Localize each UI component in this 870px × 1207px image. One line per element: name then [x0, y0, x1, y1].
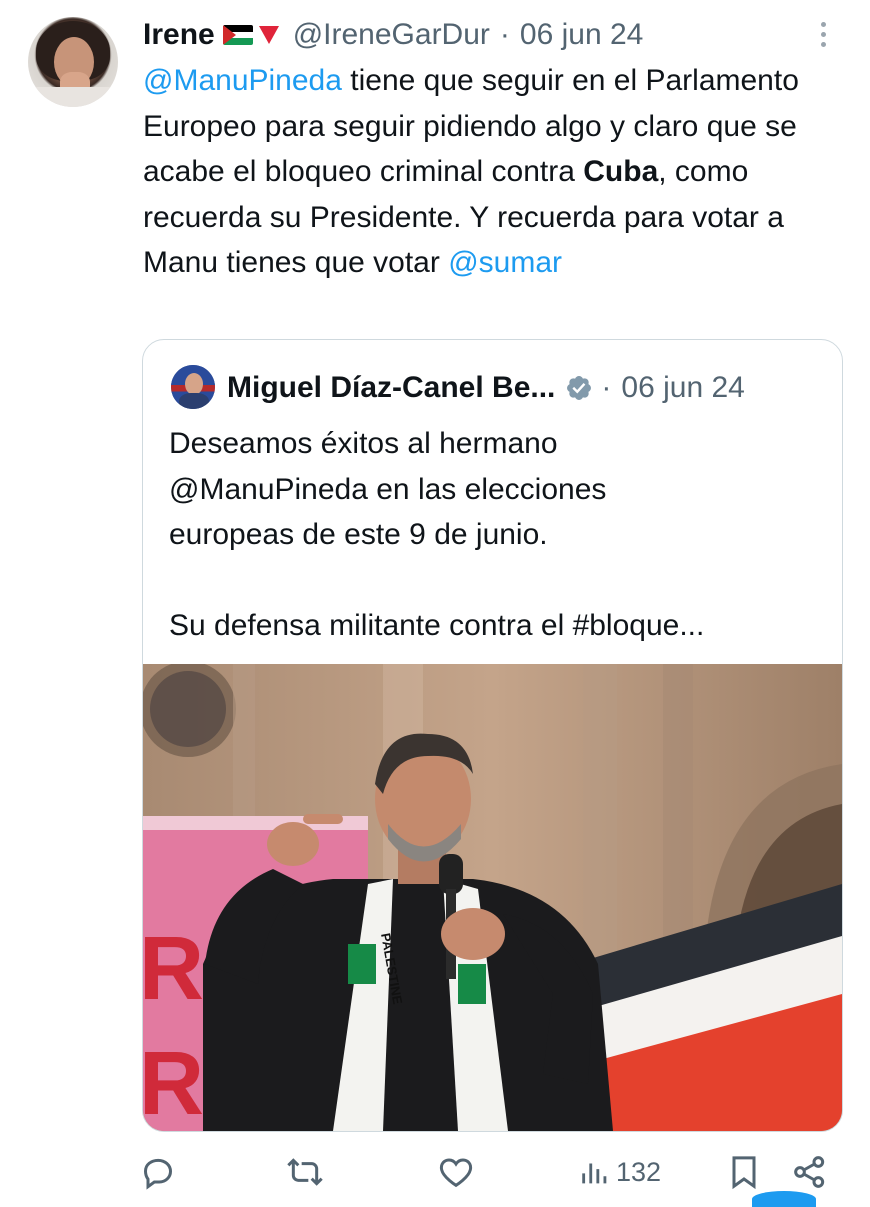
- views-button[interactable]: 132: [578, 1150, 661, 1194]
- share-icon: [794, 1156, 825, 1188]
- more-options-icon[interactable]: [816, 22, 830, 52]
- reply-button[interactable]: [138, 1150, 178, 1194]
- reply-icon: [143, 1158, 173, 1190]
- bookmark-button[interactable]: [724, 1150, 764, 1194]
- quoted-author-name[interactable]: Miguel Díaz-Canel Be...: [227, 371, 555, 405]
- quoted-tweet-header: Miguel Díaz-Canel Be... · 06 jun 24: [227, 366, 745, 410]
- rally-photo-illustration: RCH RO PALESTINE: [143, 664, 842, 1131]
- author-avatar[interactable]: [28, 17, 118, 107]
- quoted-tweet-photo[interactable]: RCH RO PALESTINE: [143, 664, 842, 1131]
- header-separator: ·: [499, 18, 510, 51]
- author-handle[interactable]: @IreneGarDur: [293, 18, 490, 52]
- views-chart-icon: [582, 1163, 607, 1184]
- verified-badge-icon: [567, 376, 592, 400]
- bookmark-icon: [732, 1156, 756, 1190]
- red-triangle-icon: [258, 26, 279, 44]
- quoted-tweet[interactable]: Miguel Díaz-Canel Be... · 06 jun 24 Dese…: [142, 339, 843, 1132]
- palestine-flag-icon: [222, 25, 253, 45]
- quoted-author-avatar[interactable]: [171, 365, 215, 409]
- tweet-text: @ManuPineda tiene que seguir en el Parla…: [143, 58, 853, 286]
- retweet-icon: [287, 1158, 323, 1186]
- author-name[interactable]: Irene: [143, 18, 215, 52]
- views-count: 132: [616, 1156, 662, 1187]
- like-button[interactable]: [436, 1150, 476, 1194]
- quoted-tweet-text: Deseamos éxitos al hermano @ManuPineda e…: [169, 427, 705, 642]
- share-button[interactable]: [790, 1150, 830, 1194]
- floating-compose-button[interactable]: [752, 1191, 816, 1207]
- quoted-tweet-date[interactable]: 06 jun 24: [621, 371, 744, 405]
- retweet-button[interactable]: [284, 1150, 326, 1194]
- tweet-text-bold: Cuba: [583, 155, 659, 188]
- mention-sumar[interactable]: @sumar: [448, 246, 562, 279]
- tweet-date[interactable]: 06 jun 24: [520, 18, 643, 52]
- heart-icon: [439, 1158, 473, 1188]
- mention-manupineda[interactable]: @ManuPineda: [143, 64, 342, 97]
- tweet-header: Irene @IreneGarDur · 06 jun 24: [143, 15, 643, 55]
- quoted-header-separator: ·: [601, 371, 612, 404]
- tweet-action-bar: 132: [0, 1150, 870, 1199]
